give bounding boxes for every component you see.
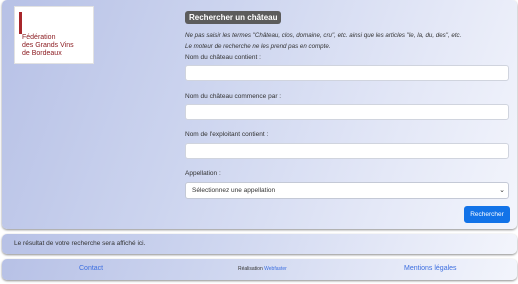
search-button[interactable]: Rechercher [464,206,510,223]
search-form: Rechercher un château Ne pas saisir les … [185,7,511,223]
result-message: Le résultat de votre recherche sera affi… [14,240,146,247]
search-note: Ne pas saisir les termes "Château, clos,… [185,32,462,50]
castle-starts-with-input[interactable] [185,104,509,120]
federation-logo: Fédération des Grands Vins de Bordeaux [14,6,94,64]
chevron-down-icon: ⌄ [499,187,505,194]
logo-accent-bar [19,12,22,34]
castle-contains-input[interactable] [185,65,509,81]
appellation-label: Appellation : [185,170,221,177]
appellation-selected-value: Sélectionnez une appellation [192,187,276,194]
castle-contains-label: Nom du château contient : [185,54,261,61]
result-panel: Le résultat de votre recherche sera affi… [2,234,517,254]
credit-company-link[interactable]: Webfaster [264,266,287,272]
operator-contains-label: Nom de l'exploitant contient : [185,131,269,138]
credit-prefix: Réalisation [238,266,263,272]
footer: Contact Réalisation Webfaster Mentions l… [2,259,517,280]
search-title: Rechercher un château [185,11,282,24]
footer-credit: Réalisation Webfaster [238,266,287,272]
search-panel: Fédération des Grands Vins de Bordeaux R… [2,0,517,229]
castle-starts-with-label: Nom du château commence par : [185,93,282,100]
appellation-select[interactable]: Sélectionnez une appellation ⌄ [185,182,509,199]
logo-text: Fédération des Grands Vins de Bordeaux [22,34,74,57]
contact-link[interactable]: Contact [79,265,103,272]
legal-notice-link[interactable]: Mentions légales [404,265,457,272]
operator-contains-input[interactable] [185,143,509,159]
